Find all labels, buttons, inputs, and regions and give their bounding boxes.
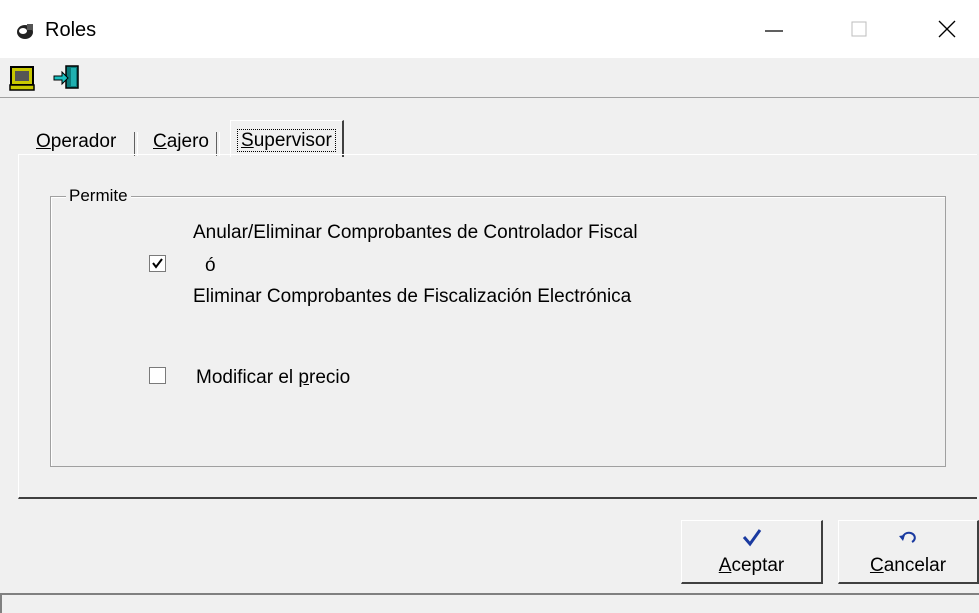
close-icon bbox=[938, 20, 956, 38]
minimize-icon bbox=[765, 30, 783, 32]
status-bar bbox=[0, 593, 979, 613]
checkmark-icon bbox=[682, 527, 821, 549]
checkbox-modificar-precio[interactable] bbox=[149, 367, 166, 384]
maximize-icon bbox=[851, 21, 867, 37]
tab-supervisor-label: Supervisor bbox=[237, 129, 336, 152]
tab-supervisor[interactable]: Supervisor bbox=[230, 120, 344, 157]
maximize-button[interactable] bbox=[830, 0, 890, 58]
minimize-button[interactable] bbox=[744, 0, 804, 58]
title-bar: Roles bbox=[0, 0, 979, 58]
option-anular-line3: Eliminar Comprobantes de Fiscalización E… bbox=[193, 286, 632, 307]
exit-door-icon bbox=[53, 65, 79, 89]
close-button[interactable] bbox=[917, 0, 977, 58]
monitor-icon bbox=[9, 66, 35, 91]
aceptar-label: Aceptar bbox=[718, 555, 785, 576]
checkbox-anular-eliminar[interactable] bbox=[149, 255, 166, 272]
option-modificar-precio-label: Modificar el precio bbox=[196, 367, 351, 388]
app-icon bbox=[17, 24, 33, 39]
tab-separator bbox=[134, 132, 138, 156]
groupbox-legend: Permite bbox=[66, 185, 131, 207]
checkmark-icon bbox=[152, 258, 163, 269]
cancelar-button[interactable]: Cancelar bbox=[838, 520, 979, 584]
option-anular-line1: Anular/Eliminar Comprobantes de Controla… bbox=[193, 222, 638, 243]
window-title: Roles bbox=[45, 19, 97, 41]
monitor-button[interactable] bbox=[8, 64, 38, 92]
option-anular-line2: ó bbox=[205, 255, 216, 276]
cancelar-label: Cancelar bbox=[869, 555, 947, 576]
tab-separator bbox=[216, 132, 220, 156]
aceptar-button[interactable]: Aceptar bbox=[681, 520, 823, 584]
undo-arrow-icon bbox=[839, 527, 977, 549]
toolbar bbox=[0, 58, 979, 98]
exit-button[interactable] bbox=[52, 64, 82, 92]
